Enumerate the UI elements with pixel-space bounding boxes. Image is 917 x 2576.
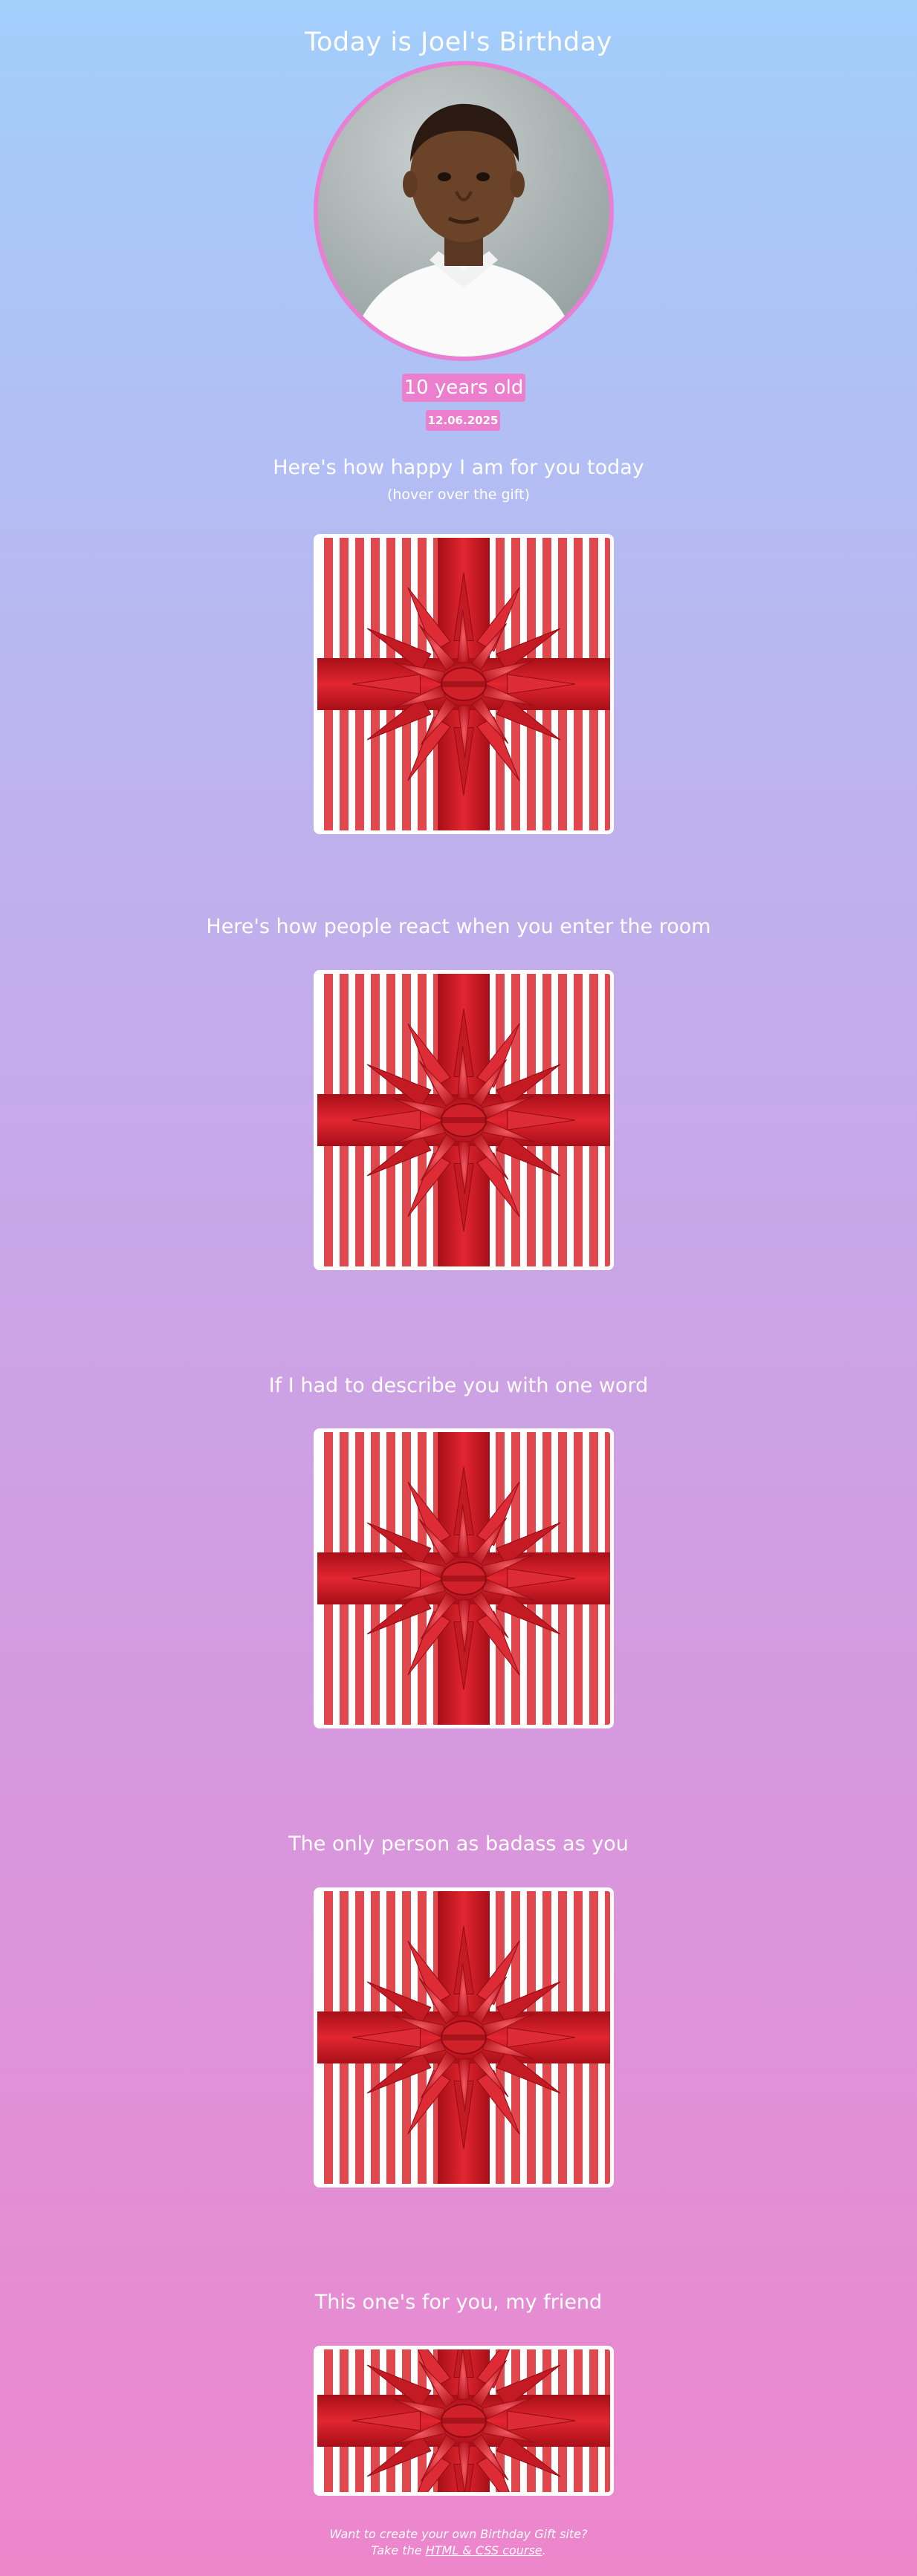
date-badge: 12.06.2025 (426, 410, 500, 431)
section-2-caption: Here's how people react when you enter t… (206, 915, 711, 938)
section-5-caption: This one's for you, my friend (314, 2291, 603, 2314)
gift-bow-icon (317, 2349, 610, 2492)
page-title: Today is Joel's Birthday (305, 27, 612, 58)
profile-portrait-illustration (348, 103, 580, 357)
footer-line-2: Take the HTML & CSS course. (0, 2543, 917, 2557)
section-1-caption: Here's how happy I am for you today (273, 456, 644, 479)
course-link[interactable]: HTML & CSS course (426, 2543, 542, 2557)
gift-box-1[interactable] (314, 534, 614, 834)
section-1-hint: (hover over the gift) (386, 487, 531, 503)
gift-bow-icon (317, 1891, 610, 2184)
section-4-caption: The only person as badass as you (288, 1832, 629, 1855)
age-badge: 10 years old (402, 374, 525, 402)
section-3-caption: If I had to describe you with one word (268, 1374, 649, 1397)
gift-box-4[interactable] (314, 1887, 614, 2188)
gift-box-3[interactable] (314, 1428, 614, 1728)
gift-box-5[interactable] (314, 2346, 614, 2496)
gift-bow-icon (317, 1432, 610, 1725)
gift-bow-icon (317, 538, 610, 830)
footer-prefix: Take the (371, 2543, 426, 2557)
birthday-page: Today is Joel's Birthday 10 years old 12… (0, 0, 917, 2576)
profile-photo (314, 61, 614, 361)
footer-line-1: Want to create your own Birthday Gift si… (329, 2527, 588, 2541)
gift-bow-icon (317, 974, 610, 1266)
footer-suffix: . (542, 2543, 546, 2557)
gift-box-2[interactable] (314, 970, 614, 1270)
